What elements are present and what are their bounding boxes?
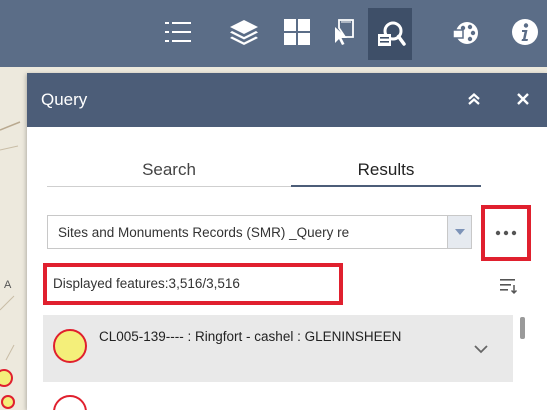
ellipsis-icon [495,230,517,236]
tab-active-indicator [291,185,481,187]
map-label: A [4,279,12,291]
layer-select[interactable]: Sites and Monuments Records (SMR) _Query… [47,215,472,249]
select-button[interactable] [320,10,364,54]
layer-select-value: Sites and Monuments Records (SMR) _Query… [58,225,350,240]
chevron-down-icon [454,229,465,235]
basemap-gallery-button[interactable] [275,10,319,54]
displayed-features-count: Displayed features:3,516/3,516 [43,263,343,305]
collapse-button[interactable] [462,87,486,111]
double-chevron-up-icon [468,93,480,105]
sort-icon [500,279,518,295]
chevron-down-icon [474,345,488,354]
layers-icon [230,20,258,45]
legend-icon [165,22,191,42]
top-toolbar [0,0,547,67]
result-title: CL005-139---- : Ringfort - cashel : GLEN… [99,329,402,344]
panel-header: Query [27,73,547,127]
info-icon [512,19,538,45]
info-button[interactable] [503,10,547,54]
result-list-item[interactable] [43,385,513,410]
result-symbol [53,329,87,363]
results-scrollbar[interactable] [520,317,525,339]
layers-button[interactable] [222,10,266,54]
print-button[interactable] [444,10,488,54]
query-icon [378,21,406,46]
legend-button[interactable] [156,10,200,54]
panel-title: Query [41,90,88,109]
sort-button[interactable] [499,277,519,295]
basemap-gallery-icon [284,19,310,45]
result-symbol [53,395,87,410]
result-list-item[interactable]: CL005-139---- : Ringfort - cashel : GLEN… [43,315,513,382]
query-button[interactable] [368,8,412,60]
dropdown-arrow[interactable] [447,216,471,248]
tab-divider [47,186,291,187]
print-icon [452,22,478,44]
select-icon [335,19,354,45]
close-icon [517,93,529,105]
expand-button[interactable] [471,339,491,359]
close-button[interactable] [511,87,535,111]
more-options-button[interactable] [481,205,531,261]
query-panel: Query Search Results Sites and Monuments… [27,73,547,410]
